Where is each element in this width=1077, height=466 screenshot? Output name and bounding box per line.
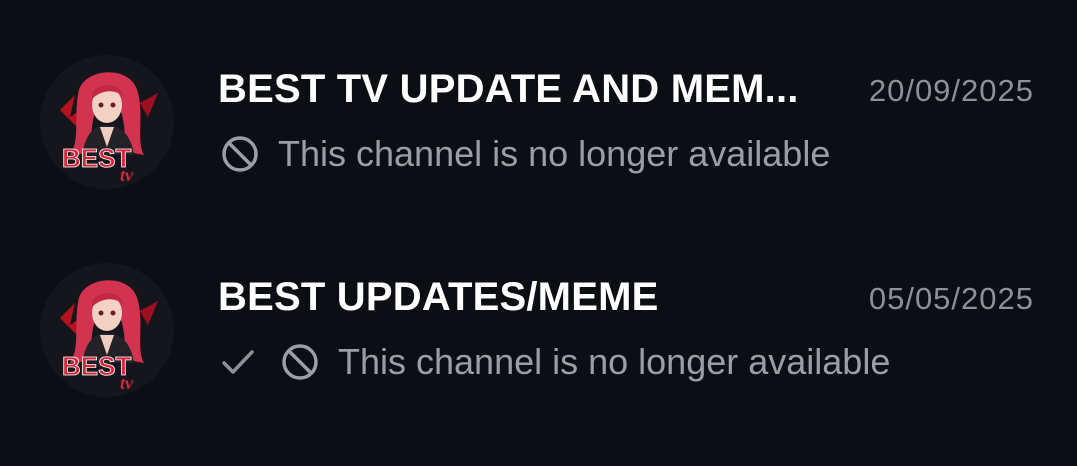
chat-item[interactable]: BEST tv BEST TV UPDATE AND MEM... 20/09/… <box>0 45 1077 195</box>
anime-girl-logo-icon: BEST tv <box>40 55 174 189</box>
check-icon <box>220 344 256 380</box>
channel-avatar: BEST tv <box>40 263 174 397</box>
chat-list: BEST tv BEST TV UPDATE AND MEM... 20/09/… <box>0 0 1077 466</box>
chat-date: 05/05/2025 <box>868 281 1034 316</box>
ban-icon <box>220 134 260 174</box>
channel-avatar: BEST tv <box>40 55 174 189</box>
anime-girl-logo-icon: BEST tv <box>40 263 174 397</box>
preview-text: This channel is no longer available <box>338 341 891 382</box>
ban-icon <box>280 342 320 382</box>
chat-date: 20/09/2025 <box>868 73 1034 108</box>
chat-title: BEST UPDATES/MEME <box>218 275 659 319</box>
svg-text:tv: tv <box>120 165 134 185</box>
chat-preview: This channel is no longer available <box>220 131 830 177</box>
preview-text: This channel is no longer available <box>278 133 831 174</box>
chat-preview: This channel is no longer available <box>220 339 890 385</box>
chat-title: BEST TV UPDATE AND MEM... <box>218 67 799 111</box>
chat-item[interactable]: BEST tv BEST UPDATES/MEME 05/05/2025 Thi… <box>0 253 1077 403</box>
svg-text:tv: tv <box>120 373 134 393</box>
